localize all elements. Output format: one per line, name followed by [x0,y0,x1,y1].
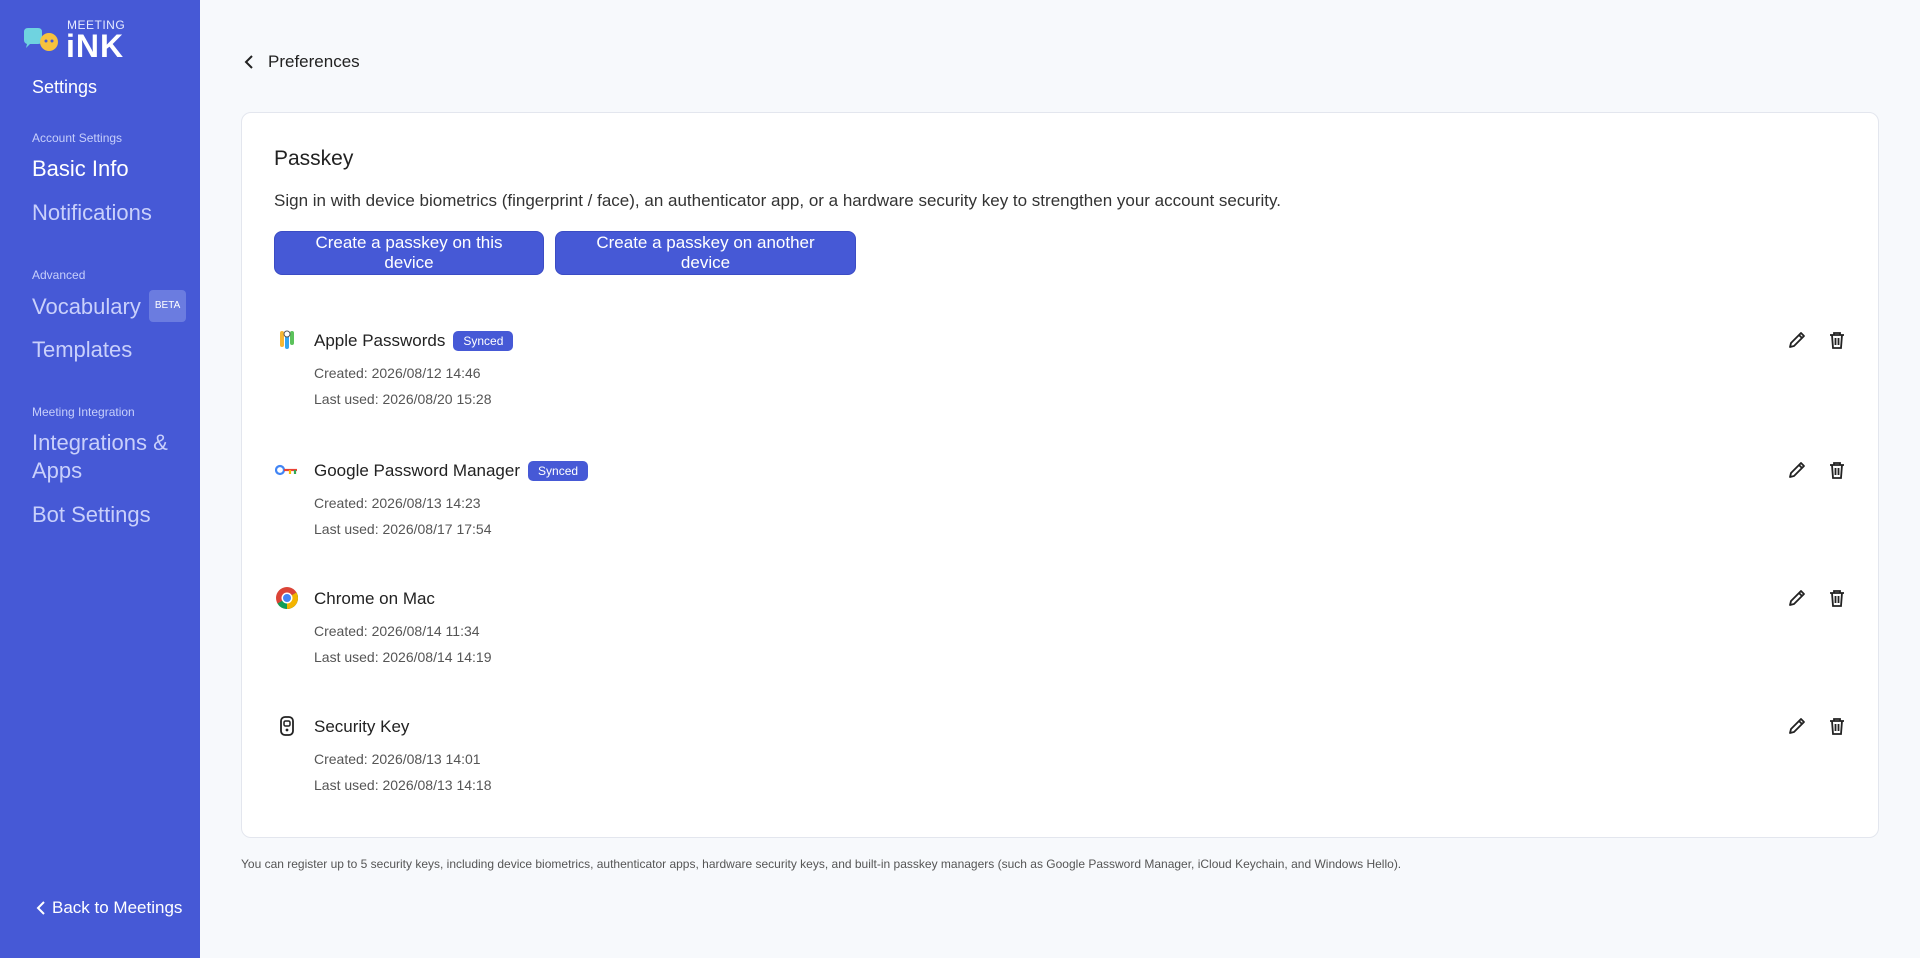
google-password-manager-icon [274,457,300,483]
passkey-item: Security Key Created: 2026/08/13 14:01 L… [274,711,1850,807]
passkey-item: Google Password Manager Synced Created: … [274,455,1850,551]
passkey-actions [1784,327,1850,353]
passkey-last-used: Last used: 2026/08/13 14:18 [314,777,492,793]
edit-passkey-button[interactable] [1784,327,1810,353]
passkey-last-used: Last used: 2026/08/20 15:28 [314,391,492,407]
passkey-description: Sign in with device biometrics (fingerpr… [274,191,1281,210]
passkey-card: Passkey Sign in with device biometrics (… [241,112,1879,838]
passkey-actions [1784,713,1850,739]
chevron-left-icon [36,901,45,915]
pencil-icon [1789,590,1805,606]
chevron-left-icon [244,55,253,69]
breadcrumb-label: Preferences [268,52,360,71]
passkey-item: Apple Passwords Synced Created: 2026/08/… [274,325,1850,421]
create-passkey-another-device-button[interactable]: Create a passkey on another device [555,231,856,275]
passkey-name: Apple Passwords [314,331,446,350]
meeting-ink-logo[interactable]: MEETING iNK [22,18,132,64]
passkey-created: Created: 2026/08/13 14:01 [314,751,481,767]
back-to-meetings-label: Back to Meetings [52,898,183,917]
delete-passkey-button[interactable] [1824,713,1850,739]
sidebar: MEETING iNK Settings Account Settings Ba… [0,0,200,958]
sidebar-item-vocabulary[interactable]: Vocabulary BETA [32,290,187,324]
edit-passkey-button[interactable] [1784,585,1810,611]
apple-passwords-icon [274,327,300,353]
edit-passkey-button[interactable] [1784,713,1810,739]
delete-passkey-button[interactable] [1824,327,1850,353]
sidebar-item-label: Vocabulary [32,293,141,319]
section-label-meeting-integration: Meeting Integration [32,405,135,419]
back-to-meetings-link[interactable]: Back to Meetings [36,898,182,918]
sidebar-item-bot-settings[interactable]: Bot Settings [32,501,151,529]
chrome-icon [274,585,300,611]
synced-badge: Synced [453,331,514,351]
passkey-name: Security Key [314,717,410,736]
pencil-icon [1789,718,1805,734]
trash-icon [1830,590,1844,607]
sidebar-item-integrations-apps[interactable]: Integrations & Apps [32,429,182,485]
passkey-limit-note: You can register up to 5 security keys, … [241,857,1402,871]
delete-passkey-button[interactable] [1824,457,1850,483]
logo-text-ink: iNK [66,28,125,64]
create-passkey-this-device-button[interactable]: Create a passkey on this device [274,231,544,275]
passkey-last-used: Last used: 2026/08/17 17:54 [314,521,492,537]
trash-icon [1830,718,1844,735]
sidebar-item-basic-info[interactable]: Basic Info [32,155,129,183]
passkey-name-row: Apple Passwords Synced [314,331,514,351]
pencil-icon [1789,462,1805,478]
passkey-title: Passkey [274,147,354,170]
passkey-name-row: Chrome on Mac [314,589,435,609]
delete-passkey-button[interactable] [1824,585,1850,611]
passkey-actions [1784,457,1850,483]
section-label-account-settings: Account Settings [32,131,123,145]
section-label-advanced: Advanced [32,268,86,282]
passkey-name: Chrome on Mac [314,589,435,608]
trash-icon [1830,462,1844,479]
breadcrumb-back-preferences[interactable]: Preferences [244,52,360,72]
trash-icon [1830,332,1844,349]
passkey-created: Created: 2026/08/12 14:46 [314,365,481,381]
beta-badge: BETA [148,290,187,322]
passkey-name: Google Password Manager [314,461,521,480]
security-key-icon [274,713,300,739]
passkey-actions [1784,585,1850,611]
passkey-created: Created: 2026/08/13 14:23 [314,495,481,511]
sidebar-item-templates[interactable]: Templates [32,336,132,364]
passkey-last-used: Last used: 2026/08/14 14:19 [314,649,492,665]
passkey-name-row: Security Key [314,717,409,737]
passkey-created: Created: 2026/08/14 11:34 [314,623,480,639]
synced-badge: Synced [528,461,589,481]
settings-title: Settings [32,77,98,97]
logo-bubbles-icon [24,28,58,51]
edit-passkey-button[interactable] [1784,457,1810,483]
sidebar-item-notifications[interactable]: Notifications [32,199,152,227]
passkey-item: Chrome on Mac Created: 2026/08/14 11:34 … [274,583,1850,679]
passkey-name-row: Google Password Manager Synced [314,461,589,481]
pencil-icon [1789,332,1805,348]
